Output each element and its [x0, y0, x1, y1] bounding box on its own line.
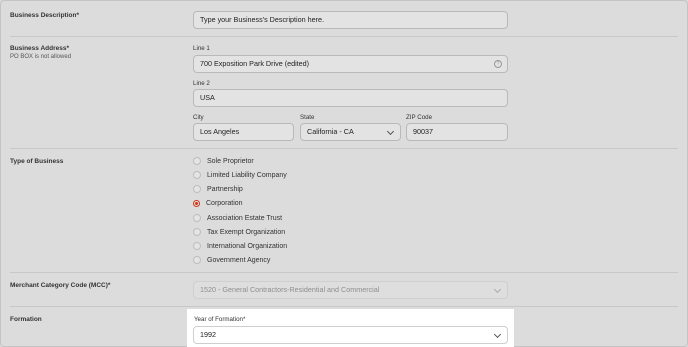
radio-association-estate-trust[interactable]: Association Estate Trust [193, 212, 282, 224]
mcc-value: 1520 - General Contractors-Residential a… [200, 285, 380, 294]
radio-button[interactable] [193, 214, 201, 222]
radio-llc[interactable]: Limited Liability Company [193, 169, 287, 181]
radio-label: Tax Exempt Organization [207, 228, 286, 236]
line1-label: Line 1 [193, 45, 210, 52]
divider [10, 36, 678, 37]
radio-button[interactable] [193, 256, 201, 264]
divider [10, 148, 678, 149]
chevron-down-icon [493, 285, 502, 294]
line1-value: 700 Exposition Park Drive (edited) [200, 59, 310, 68]
type-of-business-label: Type of Business [10, 158, 64, 165]
state-value: California - CA [307, 127, 354, 136]
city-label: City [193, 114, 204, 121]
business-description-input[interactable]: Type your Business's Description here. [193, 11, 508, 29]
chevron-down-icon [386, 127, 395, 136]
city-input[interactable]: Los Angeles [193, 123, 294, 141]
formation-label: Formation [10, 316, 42, 323]
radio-tax-exempt[interactable]: Tax Exempt Organization [193, 226, 285, 238]
radio-button[interactable] [193, 228, 201, 236]
radio-label: Association Estate Trust [207, 214, 283, 222]
formation-highlight: Year of Formation* 1992 [187, 309, 514, 347]
radio-sole-proprietor[interactable]: Sole Proprietor [193, 155, 254, 167]
radio-button[interactable] [193, 242, 201, 250]
radio-government-agency[interactable]: Government Agency [193, 254, 270, 266]
radio-button[interactable] [193, 185, 201, 193]
divider [10, 306, 678, 307]
radio-label: Corporation [206, 199, 243, 207]
state-label: State [300, 114, 315, 121]
zip-label: ZIP Code [406, 114, 433, 121]
divider [10, 272, 678, 273]
business-description-label: Business Description* [10, 12, 79, 19]
help-icon[interactable]: ? [494, 60, 502, 68]
radio-label: International Organization [207, 242, 288, 250]
line1-input[interactable]: 700 Exposition Park Drive (edited) ? [193, 55, 508, 73]
year-of-formation-select[interactable]: 1992 [193, 326, 508, 344]
mcc-select: 1520 - General Contractors-Residential a… [193, 281, 508, 299]
radio-label: Limited Liability Company [207, 171, 287, 179]
radio-label: Government Agency [207, 256, 271, 264]
zip-input[interactable]: 90037 [406, 123, 508, 141]
year-value: 1992 [200, 330, 216, 339]
radio-button[interactable] [193, 157, 201, 165]
radio-label: Sole Proprietor [207, 157, 254, 165]
chevron-down-icon [493, 330, 502, 339]
year-of-formation-label: Year of Formation* [194, 316, 246, 323]
radio-corporation[interactable]: Corporation [193, 197, 243, 209]
po-box-note: PO BOX is not allowed [10, 54, 72, 60]
line2-input[interactable]: USA [193, 89, 508, 107]
radio-label: Partnership [207, 185, 243, 193]
line2-label: Line 2 [193, 80, 210, 87]
radio-partnership[interactable]: Partnership [193, 183, 243, 195]
radio-international-org[interactable]: International Organization [193, 240, 287, 252]
radio-button[interactable] [193, 171, 201, 179]
business-address-label: Business Address* [10, 45, 70, 52]
state-select[interactable]: California - CA [300, 123, 401, 141]
mcc-label: Merchant Category Code (MCC)* [10, 282, 111, 289]
radio-button-selected[interactable] [193, 199, 200, 207]
